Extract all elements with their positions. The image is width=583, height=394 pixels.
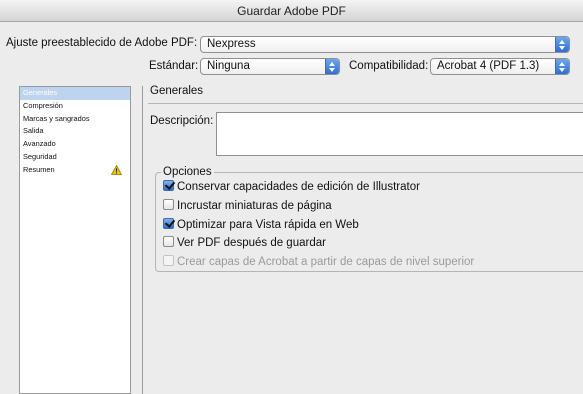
description-label: Descripción: [150, 115, 214, 127]
sidebar-item-label: Generales [23, 88, 58, 97]
window-title: Guardar Adobe PDF [0, 0, 583, 22]
category-list: Generales Compresión Marcas y sangrados … [19, 86, 131, 394]
option-label: Incrustar miniaturas de página [177, 200, 332, 212]
option-label: Optimizar para Vista rápida en Web [177, 219, 359, 231]
sidebar-item-label: Compresión [23, 100, 63, 110]
option-label: Crear capas de Acrobat a partir de capas… [177, 256, 475, 268]
sidebar-item-label: Resumen [23, 164, 55, 174]
options-legend: Opciones [161, 166, 214, 178]
sidebar-item-label: Salida [23, 126, 44, 136]
checkbox-icon[interactable] [163, 199, 174, 210]
panel-divider [142, 86, 143, 394]
option-view-pdf-after-save[interactable]: Ver PDF después de guardar [163, 236, 326, 250]
standard-value: Ninguna [207, 60, 250, 72]
option-label: Conservar capacidades de edición de Illu… [177, 181, 420, 193]
description-field[interactable] [216, 112, 583, 156]
sidebar-item-salida[interactable]: Salida [20, 125, 130, 138]
option-label: Ver PDF después de guardar [177, 237, 326, 249]
sidebar-item-avanzado[interactable]: Avanzado [20, 138, 130, 151]
sidebar-item-generales[interactable]: Generales [20, 87, 130, 100]
sidebar-item-marcas-sangrados[interactable]: Marcas y sangrados [20, 113, 130, 126]
checkbox-checked-icon[interactable] [163, 218, 174, 229]
compatibility-value: Acrobat 4 (PDF 1.3) [437, 60, 540, 72]
standard-select[interactable]: Ninguna [200, 58, 340, 75]
sidebar-item-resumen[interactable]: Resumen [20, 164, 130, 177]
option-create-acrobat-layers: Crear capas de Acrobat a partir de capas… [163, 255, 474, 269]
popup-arrows-icon [555, 37, 569, 52]
sidebar-item-compresion[interactable]: Compresión [20, 100, 130, 113]
popup-arrows-icon [325, 59, 339, 74]
section-divider [148, 103, 583, 104]
section-title: Generales [150, 85, 204, 97]
popup-arrows-icon [555, 59, 569, 74]
compatibility-select[interactable]: Acrobat 4 (PDF 1.3) [430, 58, 570, 75]
sidebar-item-label: Marcas y sangrados [23, 113, 90, 123]
option-fast-web-view[interactable]: Optimizar para Vista rápida en Web [163, 218, 359, 232]
option-embed-thumbnails[interactable]: Incrustar miniaturas de página [163, 199, 332, 213]
checkbox-icon[interactable] [163, 236, 174, 247]
sidebar-item-label: Seguridad [23, 151, 57, 161]
save-pdf-dialog: Guardar Adobe PDF Ajuste preestablecido … [0, 0, 583, 394]
warning-icon [111, 164, 122, 175]
preset-label: Ajuste preestablecido de Adobe PDF: [6, 37, 198, 49]
sidebar-item-label: Avanzado [23, 139, 56, 149]
preset-value: Nexpress [207, 38, 256, 50]
compatibility-label: Compatibilidad: [349, 60, 429, 72]
standard-label: Estándar: [149, 60, 199, 72]
checkbox-disabled-icon [163, 255, 174, 266]
checkbox-checked-icon[interactable] [163, 180, 174, 191]
option-preserve-illustrator[interactable]: Conservar capacidades de edición de Illu… [163, 180, 420, 194]
sidebar-item-seguridad[interactable]: Seguridad [20, 151, 130, 164]
preset-select[interactable]: Nexpress [200, 36, 570, 53]
